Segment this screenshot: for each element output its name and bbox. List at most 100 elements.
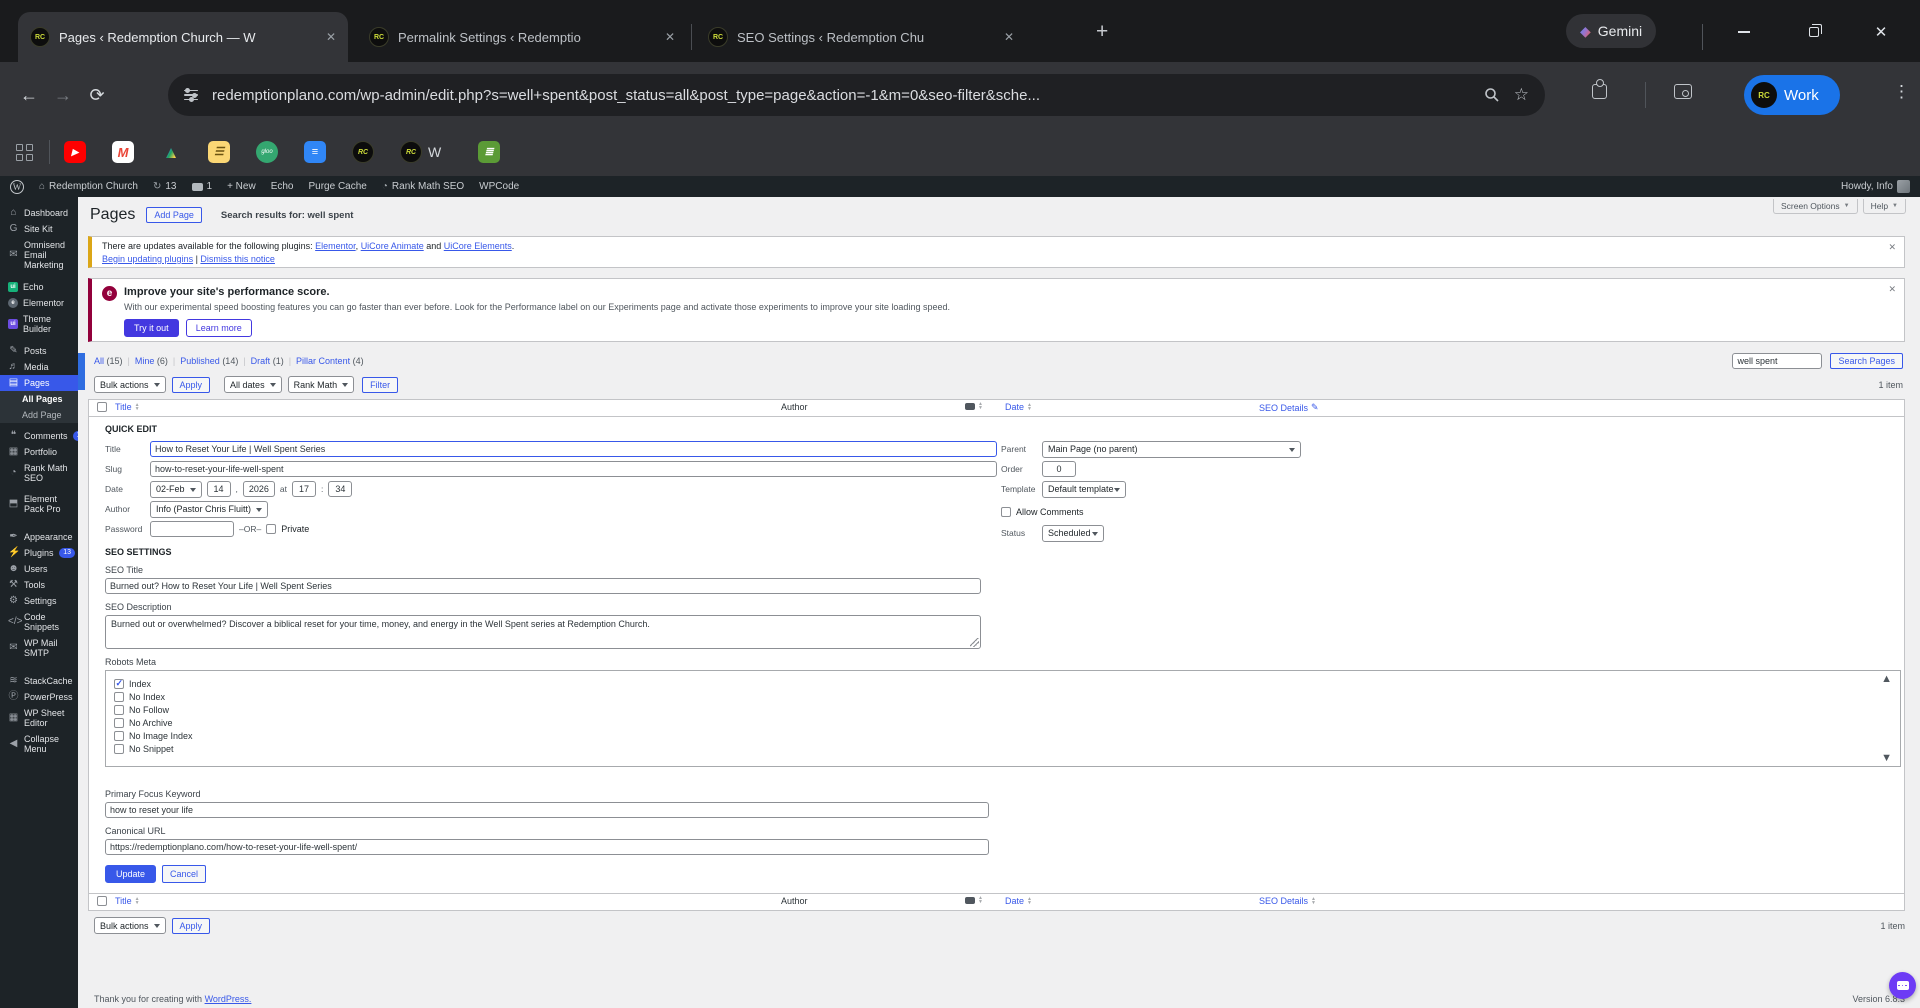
- admin-bar-wp-logo[interactable]: W: [10, 179, 24, 194]
- month-select[interactable]: 02-Feb: [150, 480, 202, 498]
- site-settings-icon[interactable]: [184, 88, 198, 102]
- sidebar-item-add-page[interactable]: Add Page: [0, 407, 78, 423]
- begin-updating-plugins-link[interactable]: Begin updating plugins: [102, 254, 193, 264]
- admin-bar-site-name[interactable]: ⌂ Redemption Church: [39, 181, 138, 192]
- admin-bar-account[interactable]: Howdy, Info: [1841, 180, 1910, 193]
- robots-checkbox[interactable]: [114, 717, 124, 728]
- screen-options-button[interactable]: Screen Options ▼: [1773, 199, 1858, 214]
- sidebar-item-elementor[interactable]: e Elementor: [0, 295, 78, 311]
- apps-grid-icon[interactable]: [16, 143, 33, 161]
- kebab-menu-icon[interactable]: ⋮: [1893, 82, 1910, 102]
- seo-filter-select[interactable]: Rank Math: [287, 376, 355, 393]
- seo-description-textarea[interactable]: Burned out or overwhelmed? Discover a bi…: [105, 615, 981, 649]
- help-button[interactable]: Help ▼: [1862, 199, 1906, 214]
- bookmark-rc-2[interactable]: RC W: [400, 141, 441, 163]
- robots-option[interactable]: No Index: [114, 690, 1892, 703]
- canonical-url-input[interactable]: [105, 839, 989, 855]
- close-window-button[interactable]: ✕: [1867, 18, 1895, 46]
- sort-title-header[interactable]: Title: [115, 402, 132, 412]
- private-checkbox[interactable]: [266, 524, 277, 534]
- wordpress-link[interactable]: WordPress.: [205, 994, 252, 1004]
- dates-filter-select[interactable]: All dates: [224, 376, 282, 393]
- robots-option[interactable]: No Archive: [114, 716, 1892, 729]
- bookmark-docs[interactable]: ≡: [304, 141, 326, 163]
- comments-column-icon[interactable]: [965, 402, 975, 410]
- bookmark-notes[interactable]: ☰: [208, 141, 230, 163]
- tab-close-icon[interactable]: ✕: [665, 30, 675, 44]
- bookmark-gloo[interactable]: gloo: [256, 141, 278, 163]
- bulk-actions-select-bottom[interactable]: Bulk actions: [94, 917, 166, 934]
- seo-details-header[interactable]: SEO Details: [1259, 403, 1308, 413]
- sidebar-item-wp-sheet-editor[interactable]: ▦ WP Sheet Editor: [0, 705, 78, 731]
- resize-handle-icon[interactable]: [970, 638, 979, 647]
- learn-more-button[interactable]: Learn more: [185, 319, 252, 337]
- sidebar-item-tools[interactable]: ⚒ Tools: [0, 577, 78, 593]
- sidebar-item-appearance[interactable]: ✒ Appearance: [0, 529, 78, 545]
- back-icon[interactable]: ←: [12, 85, 46, 106]
- status-select[interactable]: Scheduled: [1042, 524, 1104, 542]
- sidebar-item-plugins[interactable]: ⚡ Plugins 13: [0, 545, 78, 561]
- gemini-button[interactable]: ◆ Gemini: [1566, 14, 1657, 48]
- minimize-button[interactable]: [1730, 18, 1758, 46]
- bookmark-green[interactable]: ≣: [478, 141, 500, 163]
- sidebar-item-users[interactable]: ☻ Users: [0, 561, 78, 577]
- plugin-link-uicore-elements[interactable]: UiCore Elements: [444, 241, 512, 251]
- sidebar-item-powerpress[interactable]: Ⓟ PowerPress: [0, 689, 78, 705]
- tab-close-icon[interactable]: ✕: [1004, 30, 1014, 44]
- apply-button[interactable]: Apply: [171, 376, 211, 393]
- sidebar-item-dashboard[interactable]: ⌂ Dashboard: [0, 205, 78, 221]
- robots-checkbox[interactable]: [114, 730, 124, 741]
- robots-option[interactable]: No Image Index: [114, 729, 1892, 742]
- sidebar-item-settings[interactable]: ⚙ Settings: [0, 593, 78, 609]
- forward-icon[interactable]: →: [46, 85, 80, 106]
- plugin-link-uicore-animate[interactable]: UiCore Animate: [361, 241, 424, 251]
- bookmark-drive[interactable]: ▲: [160, 141, 182, 163]
- select-all-checkbox[interactable]: [97, 896, 107, 906]
- sidebar-item-echo[interactable]: ui Echo: [0, 279, 78, 295]
- try-it-out-button[interactable]: Try it out: [124, 319, 179, 337]
- update-button[interactable]: Update: [105, 865, 157, 883]
- tab-pages[interactable]: RC Pages ‹ Redemption Church — W ✕: [18, 12, 348, 62]
- sort-title-footer[interactable]: Title: [115, 896, 132, 906]
- sidebar-item-theme-builder[interactable]: ui Theme Builder: [0, 311, 78, 337]
- order-input[interactable]: [1042, 461, 1076, 477]
- robots-option[interactable]: Index: [114, 677, 1892, 690]
- side-panel-search-icon[interactable]: [1674, 84, 1692, 99]
- bookmark-star-icon[interactable]: ☆: [1514, 85, 1529, 105]
- apply-button-bottom[interactable]: Apply: [171, 917, 211, 934]
- restore-button[interactable]: [1800, 18, 1828, 46]
- filter-button[interactable]: Filter: [362, 376, 399, 393]
- sort-date-footer[interactable]: Date: [1005, 896, 1024, 906]
- sidebar-item-stackcache[interactable]: ≋ StackCache: [0, 673, 78, 689]
- bookmark-youtube[interactable]: ▶: [64, 141, 86, 163]
- template-select[interactable]: Default template: [1042, 480, 1126, 498]
- hour-input[interactable]: [292, 481, 316, 497]
- robots-option[interactable]: No Follow: [114, 703, 1892, 716]
- author-select[interactable]: Info (Pastor Chris Fluitt): [150, 500, 268, 518]
- dismiss-notice-link[interactable]: Dismiss this notice: [200, 254, 275, 264]
- password-input[interactable]: [150, 521, 234, 537]
- admin-bar-new[interactable]: + New: [227, 181, 256, 192]
- year-input[interactable]: [242, 481, 275, 497]
- allow-comments-checkbox[interactable]: [1001, 507, 1011, 517]
- sidebar-item-media[interactable]: ♬ Media: [0, 359, 78, 375]
- plugin-link-elementor[interactable]: Elementor: [315, 241, 356, 251]
- reload-icon[interactable]: ⟳: [80, 85, 114, 106]
- seo-details-footer[interactable]: SEO Details: [1259, 896, 1308, 906]
- sidebar-item-code-snippets[interactable]: </> Code Snippets: [0, 609, 78, 635]
- robots-checkbox[interactable]: [114, 704, 124, 715]
- admin-bar-updates[interactable]: ↻ 13: [153, 181, 177, 192]
- day-input[interactable]: [206, 481, 231, 497]
- dismiss-icon[interactable]: ✕: [1888, 284, 1896, 295]
- sidebar-item-site-kit[interactable]: G Site Kit: [0, 221, 78, 237]
- new-tab-icon[interactable]: +: [1096, 21, 1108, 42]
- admin-bar-rank-math[interactable]: ◔ Rank Math SEO: [382, 181, 464, 192]
- filter-link[interactable]: All (15): [94, 356, 123, 366]
- scroll-down-icon[interactable]: ▼: [1881, 752, 1892, 764]
- minute-input[interactable]: [328, 481, 353, 497]
- robots-checkbox[interactable]: [114, 678, 124, 689]
- focus-keyword-input[interactable]: [105, 802, 989, 818]
- quickedit-title-input[interactable]: [150, 441, 997, 457]
- comments-column-icon[interactable]: [965, 896, 975, 904]
- sidebar-item-comments[interactable]: ❝ Comments 1: [0, 428, 85, 444]
